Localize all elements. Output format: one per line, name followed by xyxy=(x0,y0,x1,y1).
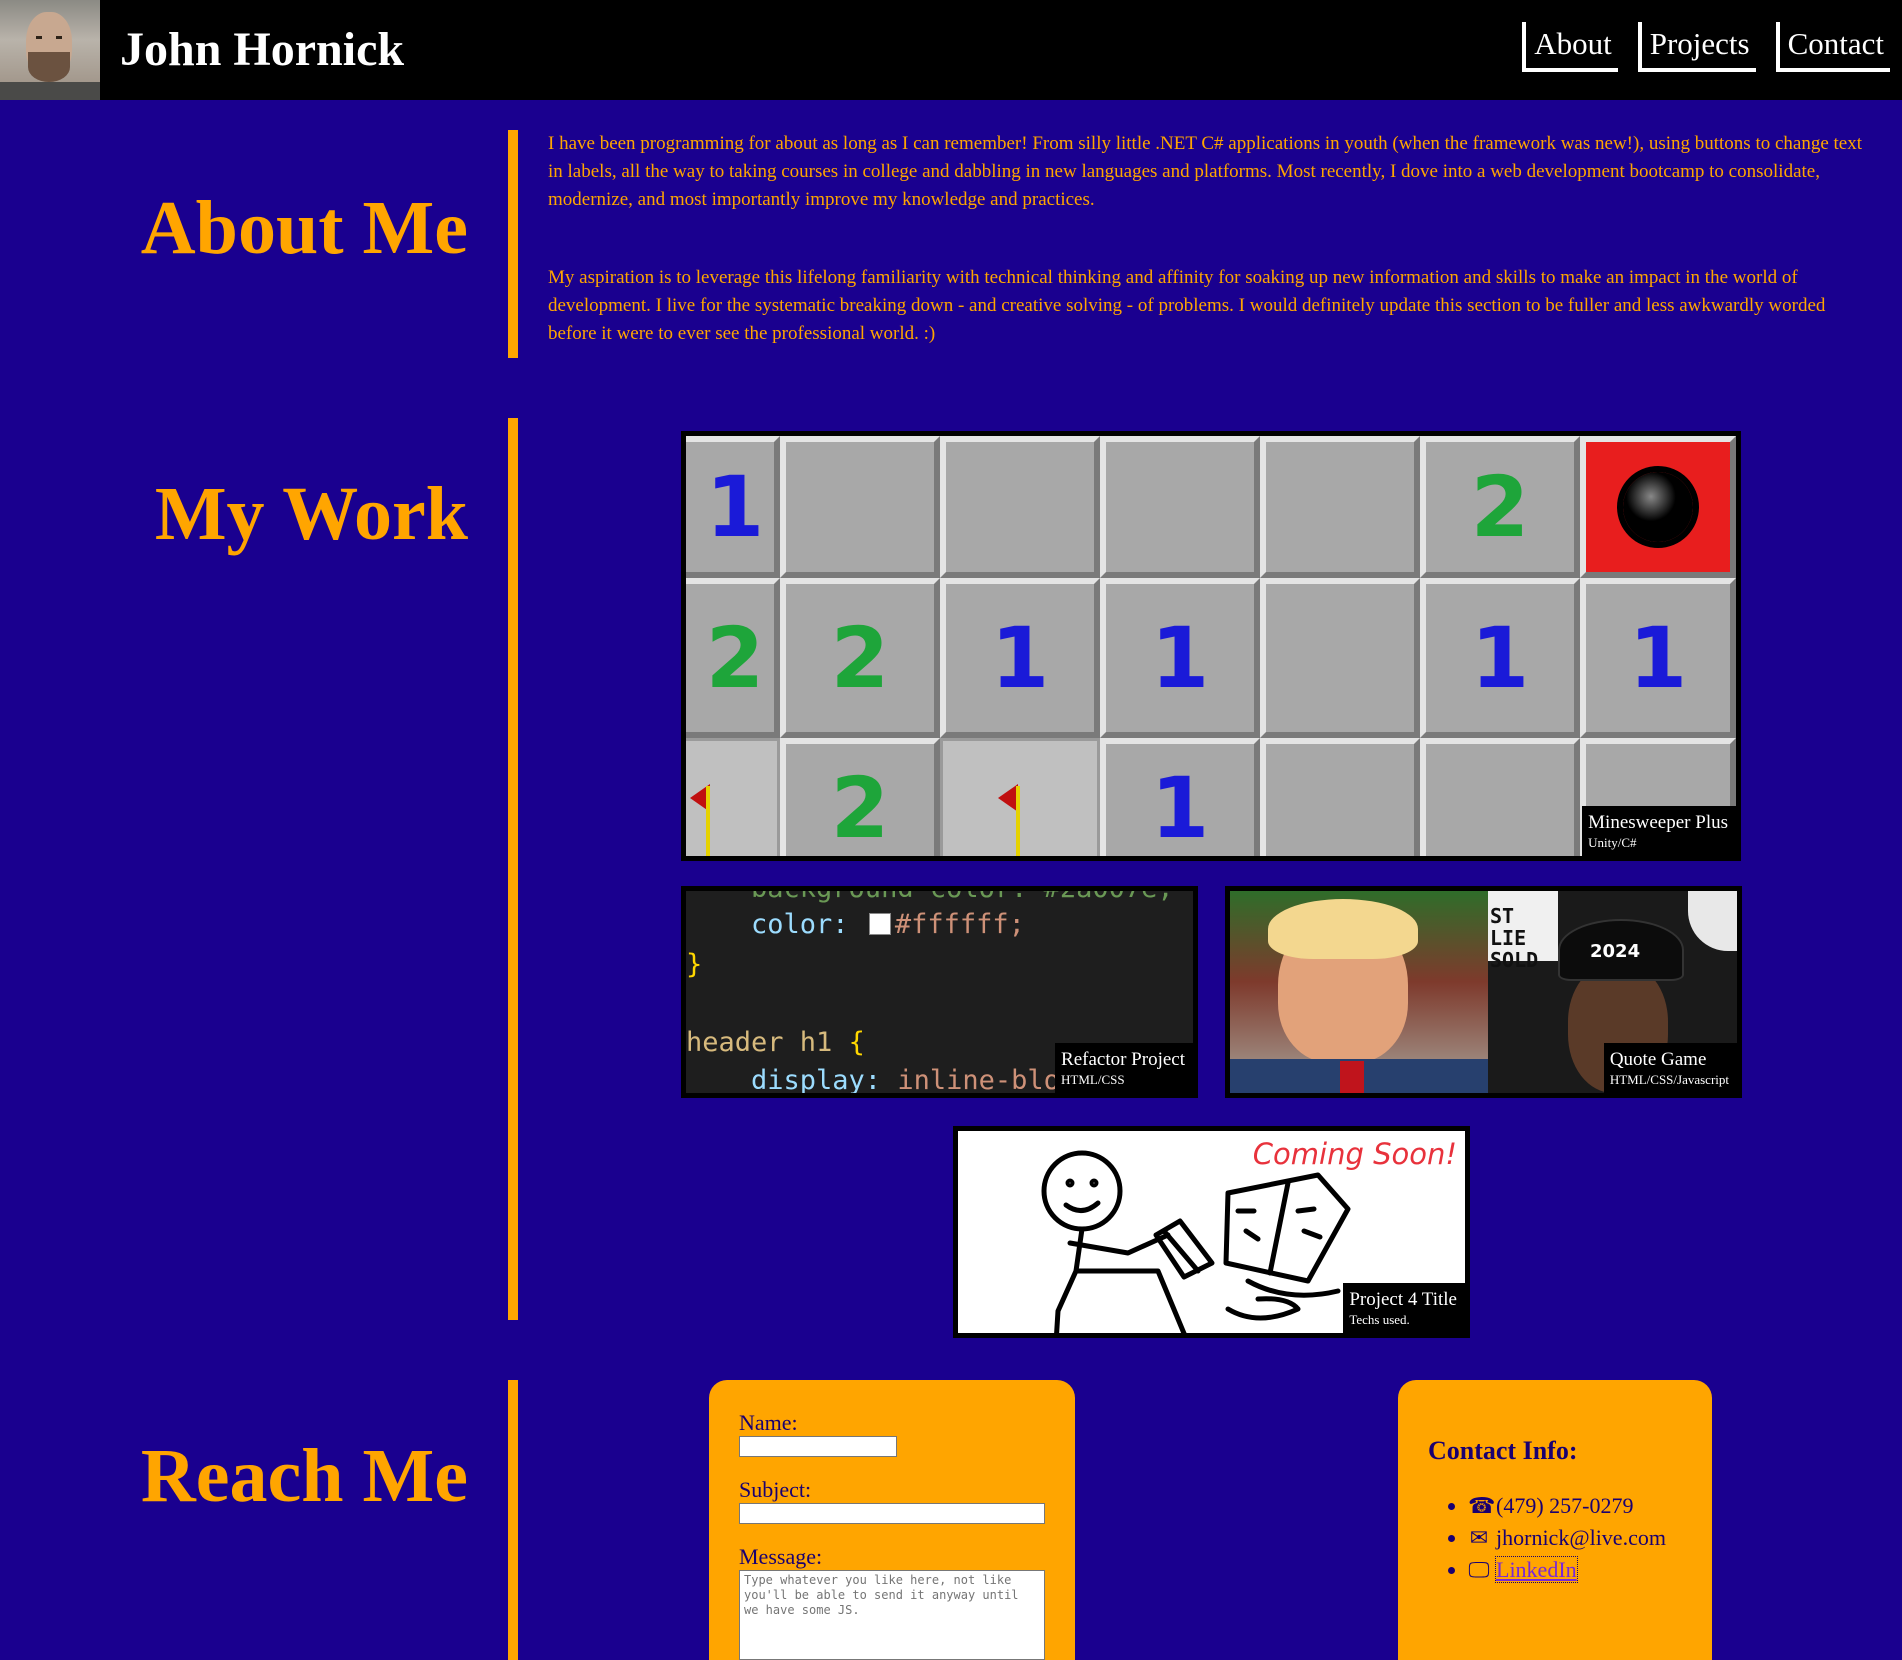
about-divider xyxy=(508,130,518,358)
monitor-icon: 🖵 xyxy=(1468,1557,1490,1582)
site-header: John Hornick About Projects Contact xyxy=(0,0,1902,100)
project-caption: Project 4 Title Techs used. xyxy=(1343,1283,1465,1333)
coming-soon-banner: Coming Soon! xyxy=(1252,1137,1457,1171)
contact-divider xyxy=(508,1380,518,1660)
nav-about[interactable]: About xyxy=(1522,22,1618,72)
project-tech: Unity/C# xyxy=(1588,835,1637,850)
subject-label: Subject: xyxy=(739,1477,812,1502)
name-input[interactable] xyxy=(739,1436,897,1457)
contact-info-list: ☎(479) 257-0279 ✉jhornick@live.com 🖵Link… xyxy=(1428,1490,1682,1586)
main-nav: About Projects Contact xyxy=(1522,22,1890,72)
message-label: Message: xyxy=(739,1544,823,1569)
mine-icon xyxy=(1580,436,1736,578)
project-card-quote-game[interactable]: ST LIE SOLD 2024 Quote Game HTML/CSS/Jav… xyxy=(1225,886,1742,1098)
contact-heading: Reach Me xyxy=(140,1434,468,1518)
work-heading: My Work xyxy=(154,472,468,556)
project-title: Project 4 Title xyxy=(1349,1289,1457,1310)
phone-icon: ☎ xyxy=(1468,1493,1496,1518)
white-swatch-icon xyxy=(868,913,891,935)
contact-phone: ☎(479) 257-0279 xyxy=(1468,1490,1682,1522)
project-tech: HTML/CSS/Javascript xyxy=(1609,1072,1729,1087)
flag-icon xyxy=(998,784,1018,812)
about-paragraph-2: My aspiration is to leverage this lifelo… xyxy=(548,267,1826,344)
linkedin-link[interactable]: LinkedIn xyxy=(1495,1556,1578,1583)
project-tech: Techs used. xyxy=(1349,1312,1410,1327)
about-paragraph-1: I have been programming for about as lon… xyxy=(548,133,1863,210)
project-card-minesweeper[interactable]: 1 2 2 2 1 1 1 1 2 1 Minesweeper Plus Uni… xyxy=(681,431,1741,861)
about-heading: About Me xyxy=(140,186,468,270)
project-tech: HTML/CSS xyxy=(1061,1072,1125,1087)
project-caption: Refactor Project HTML/CSS xyxy=(1055,1043,1193,1093)
envelope-icon: ✉ xyxy=(1469,1525,1489,1550)
project-card-refactor[interactable]: background-color: #2a007e; color: #fffff… xyxy=(681,886,1198,1098)
site-title: John Hornick xyxy=(120,23,405,76)
project-title: Minesweeper Plus xyxy=(1588,812,1728,833)
about-text: I have been programming for about as lon… xyxy=(548,130,1868,348)
contact-info-card: Contact Info: ☎(479) 257-0279 ✉jhornick@… xyxy=(1398,1380,1712,1660)
quote-game-image-left xyxy=(1230,891,1488,1093)
contact-form: Name: Subject: Message: xyxy=(709,1380,1075,1660)
project-card-project-4[interactable]: Coming Soon! Project 4 Title Techs used. xyxy=(953,1126,1470,1338)
project-title: Quote Game xyxy=(1609,1049,1707,1070)
contact-linkedin: 🖵LinkedIn xyxy=(1468,1554,1682,1586)
name-label: Name: xyxy=(739,1410,798,1435)
project-caption: Quote Game HTML/CSS/Javascript xyxy=(1603,1043,1737,1093)
minesweeper-screenshot: 1 2 2 2 1 1 1 1 2 1 xyxy=(686,436,1736,856)
project-caption: Minesweeper Plus Unity/C# xyxy=(1582,806,1736,856)
nav-projects[interactable]: Projects xyxy=(1637,22,1756,72)
contact-email: ✉jhornick@live.com xyxy=(1468,1522,1682,1554)
message-textarea[interactable] xyxy=(739,1570,1045,1660)
subject-input[interactable] xyxy=(739,1503,1045,1524)
project-title: Refactor Project xyxy=(1061,1049,1185,1070)
nav-contact[interactable]: Contact xyxy=(1775,22,1890,72)
contact-info-heading: Contact Info: xyxy=(1428,1436,1578,1465)
avatar xyxy=(0,0,100,100)
work-divider xyxy=(508,418,518,1320)
